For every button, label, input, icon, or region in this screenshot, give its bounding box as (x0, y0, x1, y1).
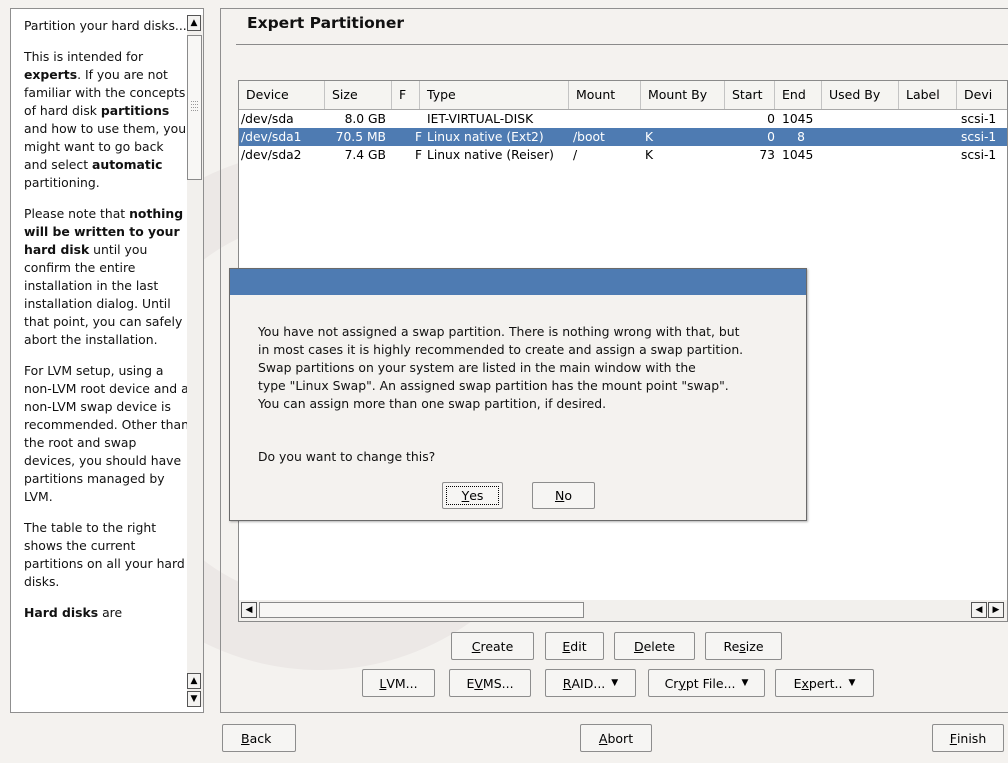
column-header-device[interactable]: Device (239, 81, 325, 109)
cell-used-by (825, 128, 899, 146)
title-divider (236, 44, 1008, 45)
evms-button[interactable]: E V MS... (449, 669, 531, 697)
cell-mount-by: K (645, 130, 654, 144)
triangle-up-icon[interactable]: ▲ (187, 15, 201, 31)
column-header-mount[interactable]: Mount (569, 81, 641, 109)
abort-button[interactable]: Abort (580, 724, 652, 752)
cell-device: /dev/sda (241, 112, 294, 126)
caret-down-icon: ▼ (848, 678, 856, 688)
cell-size: 70.5 MB (335, 130, 386, 144)
dialog-title-bar[interactable] (230, 269, 806, 295)
help-paragraph: Please note that nothing will be written… (24, 206, 184, 347)
help-scrollbar-thumb[interactable] (187, 35, 202, 180)
cell-device-id: scsi-1 (961, 148, 997, 162)
cell-label (902, 128, 957, 146)
column-header-size[interactable]: Size (325, 81, 392, 109)
swap-warning-dialog: You have not assigned a swap partition. … (229, 268, 807, 521)
cell-device-id: scsi-1 (961, 112, 997, 126)
cell-start: 0 (767, 112, 775, 126)
cell-f: F (415, 130, 423, 144)
finish-button[interactable]: Finish (932, 724, 1004, 752)
page-title: Expert Partitioner (247, 14, 404, 32)
help-paragraph: This is intended for experts. If you are… (24, 49, 187, 190)
lvm-button[interactable]: L VM... (362, 669, 435, 697)
crypt-file-menu-button[interactable]: Cr y pt File... ▼ (648, 669, 765, 697)
dialog-question: Do you want to change this? (258, 449, 436, 464)
yes-button[interactable]: Yes (442, 482, 503, 509)
cell-end: 1045 (782, 148, 814, 162)
cell-device-id: scsi-1 (961, 130, 997, 144)
cell-type: Linux native (Ext2) (427, 130, 544, 144)
cell-device: /dev/sda1 (241, 130, 302, 144)
triangle-right-icon[interactable]: ▶ (988, 602, 1004, 618)
help-paragraph: The table to the right shows the current… (24, 520, 185, 589)
cell-f (415, 110, 427, 128)
cell-mount: / (573, 148, 578, 162)
cell-start: 73 (759, 148, 775, 162)
cell-size: 7.4 GB (344, 148, 386, 162)
cell-size: 8.0 GB (344, 112, 386, 126)
caret-down-icon: ▼ (741, 678, 749, 688)
cell-type: Linux native (Reiser) (427, 148, 554, 162)
table-horizontal-scrollbar[interactable]: ◀ ◀ ▶ (239, 600, 1007, 621)
cell-type: IET-VIRTUAL-DISK (427, 112, 534, 126)
help-text: Partition your hard disks... This is int… (24, 17, 190, 635)
column-header-mount-by[interactable]: Mount By (641, 81, 725, 109)
help-pane: Partition your hard disks... This is int… (10, 8, 204, 713)
help-paragraph: Partition your hard disks... (24, 18, 187, 33)
dialog-message: You have not assigned a swap partition. … (258, 324, 744, 411)
expert-menu-button[interactable]: Ex pert.. ▼ (775, 669, 874, 697)
cell-start: 0 (767, 130, 775, 144)
cell-label (902, 146, 957, 164)
help-paragraph: For LVM setup, using a non-LVM root devi… (24, 363, 189, 504)
back-button[interactable]: Back (222, 724, 296, 752)
cell-mount-by (645, 110, 725, 128)
cell-used-by (825, 110, 899, 128)
triangle-up-icon[interactable]: ▲ (187, 673, 201, 689)
cell-device: /dev/sda2 (241, 148, 302, 162)
cell-label (902, 110, 957, 128)
raid-menu-button[interactable]: R AID... ▼ (545, 669, 636, 697)
column-header-start[interactable]: Start (725, 81, 775, 109)
table-row-selected[interactable]: /dev/sda1 70.5 MB F Linux native (Ext2) … (239, 128, 1007, 146)
triangle-down-icon[interactable]: ▼ (187, 691, 201, 707)
cell-end: 8 (797, 130, 805, 144)
column-header-f[interactable]: F (392, 81, 420, 109)
help-scrollbar[interactable]: ▲ ▲ ▼ (187, 15, 203, 707)
cell-mount-by: K (645, 148, 654, 162)
triangle-left-icon[interactable]: ◀ (241, 602, 257, 618)
focus-indicator (446, 486, 499, 505)
caret-down-icon: ▼ (611, 678, 619, 688)
help-paragraph: Hard disks are (24, 605, 123, 620)
column-header-type[interactable]: Type (420, 81, 569, 109)
column-header-end[interactable]: End (775, 81, 822, 109)
cell-mount: /boot (573, 130, 605, 144)
no-button[interactable]: No (532, 482, 595, 509)
table-header: Device Size F Type Mount Mount By Start … (239, 81, 1007, 110)
create-button[interactable]: Create (451, 632, 534, 660)
resize-button[interactable]: Re s ize (705, 632, 782, 660)
table-row[interactable]: /dev/sda2 7.4 GB F Linux native (Reiser)… (239, 146, 1007, 164)
column-header-used-by[interactable]: Used By (822, 81, 899, 109)
cell-used-by (825, 146, 899, 164)
cell-f: F (415, 148, 423, 162)
edit-button[interactable]: Edit (545, 632, 604, 660)
table-row[interactable]: /dev/sda 8.0 GB IET-VIRTUAL-DISK 0 1045 … (239, 110, 1007, 128)
table-scrollbar-thumb[interactable] (259, 602, 584, 618)
delete-button[interactable]: Delete (614, 632, 695, 660)
cell-mount (573, 110, 641, 128)
triangle-left-icon[interactable]: ◀ (971, 602, 987, 618)
cell-end: 1045 (782, 112, 814, 126)
column-header-device-id[interactable]: Devi (957, 81, 1007, 109)
column-header-label[interactable]: Label (899, 81, 957, 109)
